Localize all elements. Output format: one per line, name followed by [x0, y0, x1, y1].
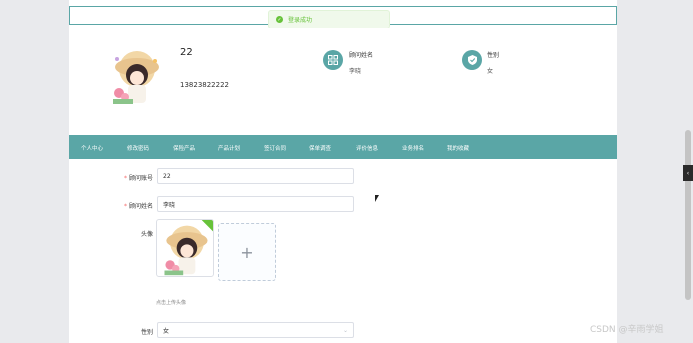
- nav-item-policy-survey[interactable]: 保单调查: [309, 144, 331, 152]
- nav-item-favorites[interactable]: 我的收藏: [447, 144, 469, 152]
- account-label: * 顾问账号: [124, 173, 153, 182]
- required-mark: *: [124, 203, 127, 210]
- avatar-thumbnail[interactable]: [156, 219, 214, 277]
- watermark: CSDN @辛雨学姐: [590, 325, 664, 335]
- plus-icon: +: [240, 242, 254, 262]
- nav-item-business-ranking[interactable]: 业务排名: [402, 144, 424, 152]
- nav-bar: 个人中心 修改密码 保险产品 产品计划 签订合同 保单调查 评价信息 业务排名 …: [69, 135, 617, 159]
- account-label-text: 顾问账号: [129, 175, 154, 182]
- profile-name-label: 顾问姓名: [349, 52, 374, 59]
- nav-item-contracts[interactable]: 签订合同: [264, 144, 286, 152]
- name-input[interactable]: 李晓: [157, 196, 354, 212]
- upload-avatar-button[interactable]: +: [218, 223, 276, 281]
- nav-item-personal-center[interactable]: 个人中心: [81, 144, 103, 152]
- nav-item-reviews[interactable]: 评价信息: [356, 144, 378, 152]
- toast-message: 登录成功: [288, 17, 313, 24]
- profile-phone: 13823822222: [180, 81, 229, 89]
- avatar: [113, 51, 159, 104]
- chevron-down-icon: ⌄: [342, 327, 348, 334]
- avatar-hint: 点击上传头像: [156, 300, 187, 306]
- gender-label: 性别: [141, 329, 154, 336]
- mouse-cursor: [375, 195, 382, 202]
- success-toast: ✓ 登录成功: [268, 10, 390, 29]
- profile-username: 22: [180, 47, 193, 58]
- shield-icon: [462, 50, 482, 70]
- avatar-thumbnail-image: [164, 225, 208, 276]
- account-input-value: 22: [163, 172, 171, 180]
- nav-item-change-password[interactable]: 修改密码: [127, 144, 149, 152]
- profile-name-value: 李晓: [349, 68, 362, 75]
- grid-icon: [323, 50, 343, 70]
- required-mark: *: [124, 175, 127, 182]
- gender-select[interactable]: 女 ⌄: [157, 322, 354, 338]
- name-label-text: 顾问姓名: [129, 203, 154, 210]
- profile-gender-label: 性别: [487, 52, 500, 59]
- scrollbar-thumb[interactable]: [685, 130, 691, 300]
- nav-item-product-plans[interactable]: 产品计划: [218, 144, 240, 152]
- gender-select-value: 女: [163, 327, 170, 335]
- side-toggle-handle[interactable]: ‹: [683, 165, 693, 181]
- account-input[interactable]: 22: [157, 168, 354, 184]
- name-label: * 顾问姓名: [124, 201, 153, 210]
- profile-gender-value: 女: [487, 68, 494, 75]
- nav-item-insurance-products[interactable]: 保险产品: [173, 144, 195, 152]
- check-circle-icon: ✓: [276, 16, 283, 23]
- avatar-label: 头像: [141, 231, 154, 238]
- name-input-value: 李晓: [163, 201, 176, 209]
